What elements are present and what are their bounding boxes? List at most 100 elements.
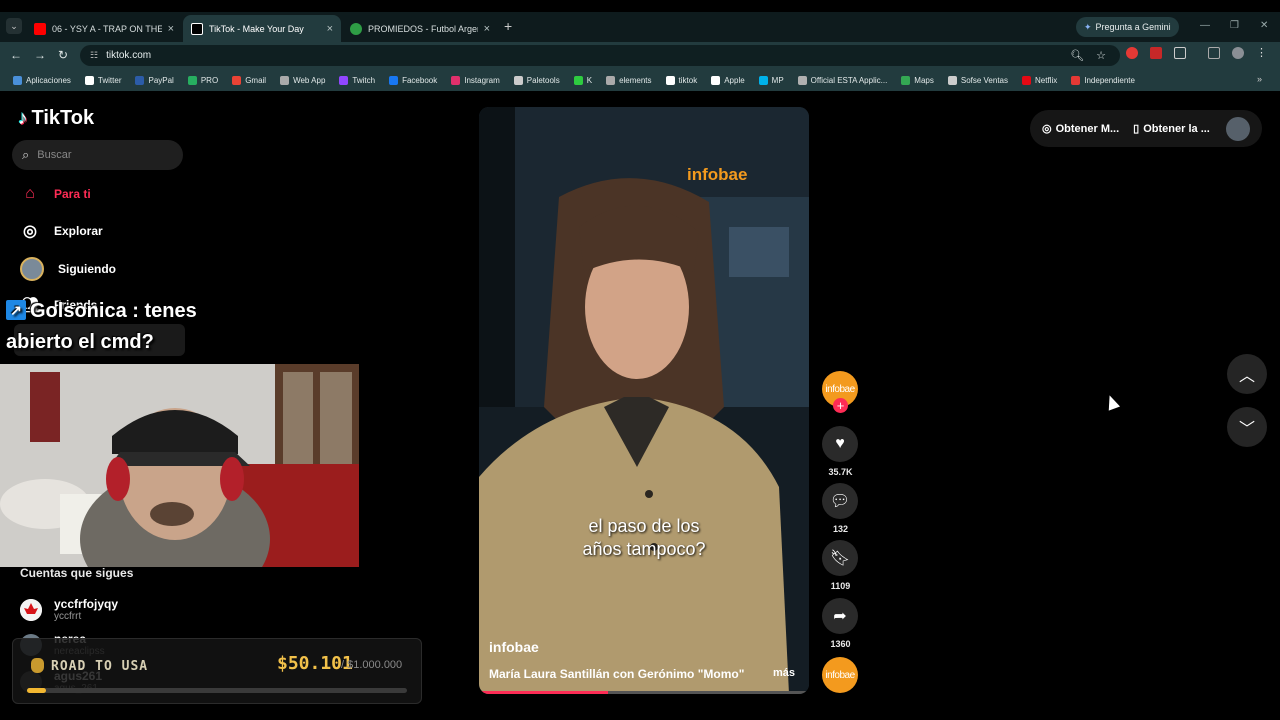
- window-close-icon[interactable]: ✕: [1260, 20, 1268, 31]
- bookmark-item[interactable]: tiktok: [661, 75, 703, 85]
- nav-for-you[interactable]: ⌂ Para ti: [20, 185, 91, 203]
- sound-avatar-label: infobae: [822, 657, 858, 693]
- bookmark-item[interactable]: Official ESTA Applic...: [793, 75, 893, 85]
- mouse-cursor-icon: [1103, 393, 1121, 411]
- nav-following[interactable]: Siguiendo: [20, 257, 116, 281]
- url-text: tiktok.com: [106, 50, 152, 61]
- zoom-icon[interactable]: 🔍︎: [1070, 49, 1084, 62]
- bookmark-star-icon[interactable]: ☆: [1096, 49, 1106, 62]
- bookmark-item[interactable]: Netflix: [1017, 75, 1062, 85]
- search-icon: ⌕: [22, 147, 30, 162]
- close-icon[interactable]: ×: [484, 23, 490, 35]
- bookmark-label: Sofse Ventas: [960, 75, 1009, 85]
- bookmarks-overflow-icon[interactable]: »: [1257, 74, 1262, 84]
- site-info-icon[interactable]: ☷: [90, 50, 98, 61]
- share-button[interactable]: ➦ 1360: [822, 598, 859, 649]
- youtube-icon: [34, 22, 46, 35]
- share-arrow-icon: ➦: [822, 598, 858, 634]
- bookmark-item[interactable]: Aplicaciones: [8, 75, 76, 85]
- creator-avatar[interactable]: infobae +: [822, 371, 859, 413]
- nav-label: Para ti: [54, 187, 91, 201]
- bookmark-item[interactable]: PRO: [183, 75, 223, 85]
- more-button[interactable]: más: [773, 667, 795, 679]
- media-control-icon[interactable]: [1208, 46, 1220, 59]
- followed-account[interactable]: yccfrfojyqy yccfrrt: [20, 598, 118, 622]
- tab-promiedos[interactable]: PROMIEDOS - Futbol Argentino ×: [342, 15, 498, 42]
- chat-arrow-icon: ↗: [6, 300, 26, 320]
- forward-arrow-icon[interactable]: →: [34, 48, 46, 62]
- minimize-icon[interactable]: —: [1200, 20, 1210, 31]
- bookmark-favicon-icon: [947, 75, 957, 85]
- following-accounts-title: Cuentas que sigues: [20, 566, 134, 580]
- bookmark-item[interactable]: Sofse Ventas: [943, 75, 1013, 85]
- next-video-button[interactable]: ﹀: [1227, 407, 1267, 447]
- bookmark-label: Aplicaciones: [26, 75, 71, 85]
- subtitle-line: el paso de los: [588, 516, 700, 536]
- bookmark-favicon-icon: [758, 75, 768, 85]
- bookmark-item[interactable]: Independiente: [1066, 75, 1140, 85]
- bookmark-item[interactable]: Twitter: [80, 75, 127, 85]
- bookmark-label: PRO: [200, 75, 219, 85]
- back-arrow-icon[interactable]: ←: [10, 48, 22, 62]
- extensions-puzzle-icon[interactable]: [1174, 46, 1186, 59]
- get-app-button[interactable]: ▯ Obtener la ...: [1133, 122, 1210, 136]
- bookmark-favicon-icon: [232, 75, 242, 85]
- bookmark-item[interactable]: K: [569, 75, 597, 85]
- bookmark-favicon-icon: [573, 75, 583, 85]
- nav-label: Siguiendo: [58, 262, 116, 276]
- money-bag-icon: [31, 658, 44, 673]
- close-icon[interactable]: ×: [168, 23, 174, 35]
- sound-avatar[interactable]: infobae: [822, 657, 859, 693]
- get-coins-button[interactable]: ◎ Obtener M...: [1042, 122, 1119, 136]
- tab-youtube[interactable]: 06 - YSY A - TRAP ON THE ROC ×: [26, 15, 182, 42]
- tab-search-chevron-icon[interactable]: ⌄: [6, 18, 22, 34]
- get-app-label: Obtener la ...: [1143, 122, 1210, 135]
- extension-red-icon[interactable]: [1126, 46, 1138, 59]
- bookmark-item[interactable]: Apple: [706, 75, 749, 85]
- profile-avatar[interactable]: [1232, 46, 1244, 59]
- previous-video-button[interactable]: ︿: [1227, 354, 1267, 394]
- bookmark-favicon-icon: [606, 75, 616, 85]
- video-player[interactable]: infobae el paso de los años tampoco? inf…: [479, 107, 809, 694]
- reload-icon[interactable]: ↻: [58, 48, 68, 62]
- bookmark-item[interactable]: PayPal: [130, 75, 178, 85]
- gemini-button[interactable]: ✦ Pregunta a Gemini: [1076, 17, 1179, 37]
- heart-icon: ♥: [822, 426, 858, 462]
- bookmark-favicon-icon: [280, 75, 290, 85]
- comment-button[interactable]: 💬︎ 132: [822, 483, 859, 534]
- follow-plus-icon[interactable]: +: [833, 398, 848, 413]
- bookmark-item[interactable]: Maps: [896, 75, 939, 85]
- bookmark-item[interactable]: Web App: [275, 75, 330, 85]
- bookmark-item[interactable]: elements: [601, 75, 656, 85]
- video-author[interactable]: infobae: [489, 639, 539, 655]
- video-watermark: infobae: [687, 165, 748, 184]
- bookmark-item[interactable]: MP: [754, 75, 789, 85]
- address-bar[interactable]: ☷ tiktok.com 🔍︎ ☆: [80, 45, 1120, 66]
- nav-explore[interactable]: ◎ Explorar: [20, 221, 103, 241]
- video-description: María Laura Santillán con Gerónimo "Momo…: [489, 667, 745, 681]
- bookmark-label: tiktok: [678, 75, 698, 85]
- bookmark-item[interactable]: Facebook: [384, 75, 442, 85]
- video-progress-bar[interactable]: [479, 691, 809, 694]
- bookmark-label: Instagram: [464, 75, 500, 85]
- bookmark-item[interactable]: Paletools: [509, 75, 565, 85]
- save-button[interactable]: 🔖︎ 1109: [822, 540, 859, 591]
- bookmark-item[interactable]: Gmail: [227, 75, 271, 85]
- phone-icon: ▯: [1133, 123, 1140, 135]
- restore-icon[interactable]: ❐: [1230, 20, 1239, 31]
- bookmark-item[interactable]: Instagram: [446, 75, 505, 85]
- bookmark-label: Twitch: [352, 75, 376, 85]
- bookmark-favicon-icon: [513, 75, 523, 85]
- like-button[interactable]: ♥ 35.7K: [822, 426, 859, 477]
- bookmark-item[interactable]: Twitch: [334, 75, 380, 85]
- close-icon[interactable]: ×: [327, 23, 333, 35]
- menu-kebab-icon[interactable]: ⋮: [1256, 46, 1267, 59]
- bookmark-label: K: [586, 75, 593, 85]
- bookmark-favicon-icon: [451, 75, 461, 85]
- profile-avatar[interactable]: [1225, 116, 1250, 141]
- tab-tiktok[interactable]: TikTok - Make Your Day ×: [183, 15, 341, 42]
- new-tab-button[interactable]: +: [504, 18, 512, 34]
- search-input[interactable]: ⌕ Buscar: [12, 140, 183, 170]
- extension-tab-icon[interactable]: [1150, 46, 1162, 59]
- tiktok-logo[interactable]: ♪ TikTok: [18, 107, 94, 130]
